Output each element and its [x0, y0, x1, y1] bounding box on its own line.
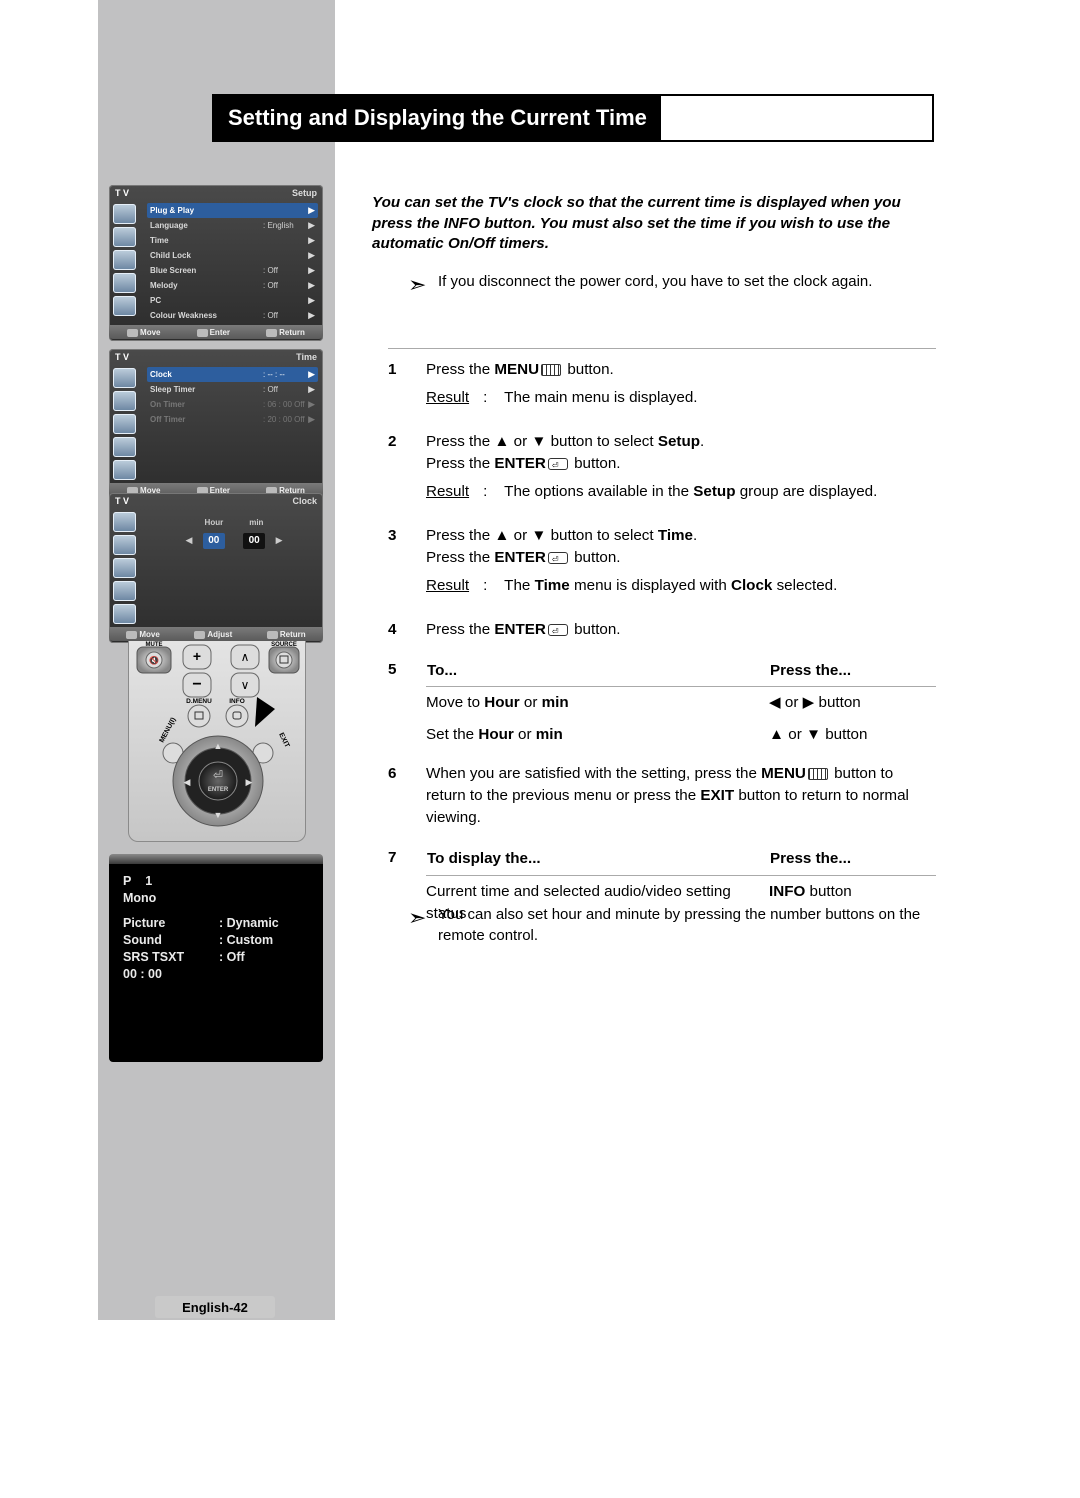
step-1: 1 Press the MENU button. Result: The mai…: [388, 359, 936, 415]
steps-block: 1 Press the MENU button. Result: The mai…: [388, 336, 936, 930]
svg-text:▼: ▼: [214, 810, 223, 820]
svg-text:▲: ▲: [214, 741, 223, 751]
svg-text:D.MENU: D.MENU: [186, 698, 212, 705]
svg-text:🔇: 🔇: [149, 655, 159, 665]
step-4: 4 Press the ENTER⏎ button.: [388, 619, 936, 647]
menu-icon: [541, 364, 561, 376]
svg-text:SOURCE: SOURCE: [271, 642, 297, 648]
svg-text:ENTER: ENTER: [208, 787, 229, 793]
pointer-icon: ➣: [408, 903, 426, 934]
svg-text:INFO: INFO: [229, 698, 245, 705]
footnote-number-buttons: ➣ You can also set hour and minute by pr…: [438, 904, 938, 946]
step-3: 3 Press the ▲ or ▼ button to select Time…: [388, 525, 936, 603]
menu-icon: [808, 768, 828, 780]
step-2: 2 Press the ▲ or ▼ button to select Setu…: [388, 431, 936, 509]
svg-text:−: −: [192, 676, 201, 693]
enter-icon: ⏎: [548, 552, 568, 564]
svg-text:+: +: [193, 648, 201, 664]
intro-paragraph: You can set the TV's clock so that the c…: [372, 193, 937, 255]
tip-text: If you disconnect the power cord, you ha…: [438, 273, 872, 290]
step-5-table: To...Press the... Move to Hour or min ◀ …: [426, 659, 936, 751]
svg-text:MENU(I): MENU(I): [159, 717, 178, 744]
step-5: 5 To...Press the... Move to Hour or min …: [388, 659, 936, 751]
clock-hour: 00: [203, 533, 225, 549]
tip-disconnect: ➣ If you disconnect the power cord, you …: [438, 271, 938, 293]
result-label: Result: [426, 389, 469, 406]
title-band: Setting and Displaying the Current Time: [212, 94, 934, 142]
osd-time-panel: T VTime Clock: -- : --▶Sleep Timer: Off▶…: [109, 349, 323, 499]
remote-control: 🔇 MUTE + − ∧ ∨ SOURCE D.MENU INFO MENU(I…: [128, 641, 306, 842]
enter-icon: ⏎: [548, 458, 568, 470]
page-footer: English-42: [155, 1296, 275, 1318]
clock-min: 00: [243, 533, 265, 549]
svg-text:◀: ◀: [184, 777, 191, 787]
svg-text:∨: ∨: [241, 678, 250, 692]
svg-text:⏎: ⏎: [213, 768, 223, 782]
svg-text:∧: ∧: [241, 650, 250, 664]
pointer-icon: ➣: [408, 269, 426, 301]
step-1-num: 1: [388, 359, 426, 415]
osd-clock-panel: T VClock Hourmin ◀ 00 00 ▶ MoveAdjustRet…: [109, 493, 323, 643]
enter-icon: ⏎: [548, 624, 568, 636]
info-overlay-bar: [109, 854, 323, 864]
step-6: 6 When you are satisfied with the settin…: [388, 763, 936, 835]
svg-text:EXIT: EXIT: [277, 732, 290, 750]
page-title: Setting and Displaying the Current Time: [214, 96, 661, 140]
info-overlay: P 1 Mono Picture: DynamicSound: CustomSR…: [109, 864, 323, 1062]
svg-text:▶: ▶: [246, 777, 253, 787]
mute-label: MUTE: [146, 642, 163, 648]
osd-setup-panel: T VSetup Plug & Play▶Language: English▶T…: [109, 185, 323, 341]
